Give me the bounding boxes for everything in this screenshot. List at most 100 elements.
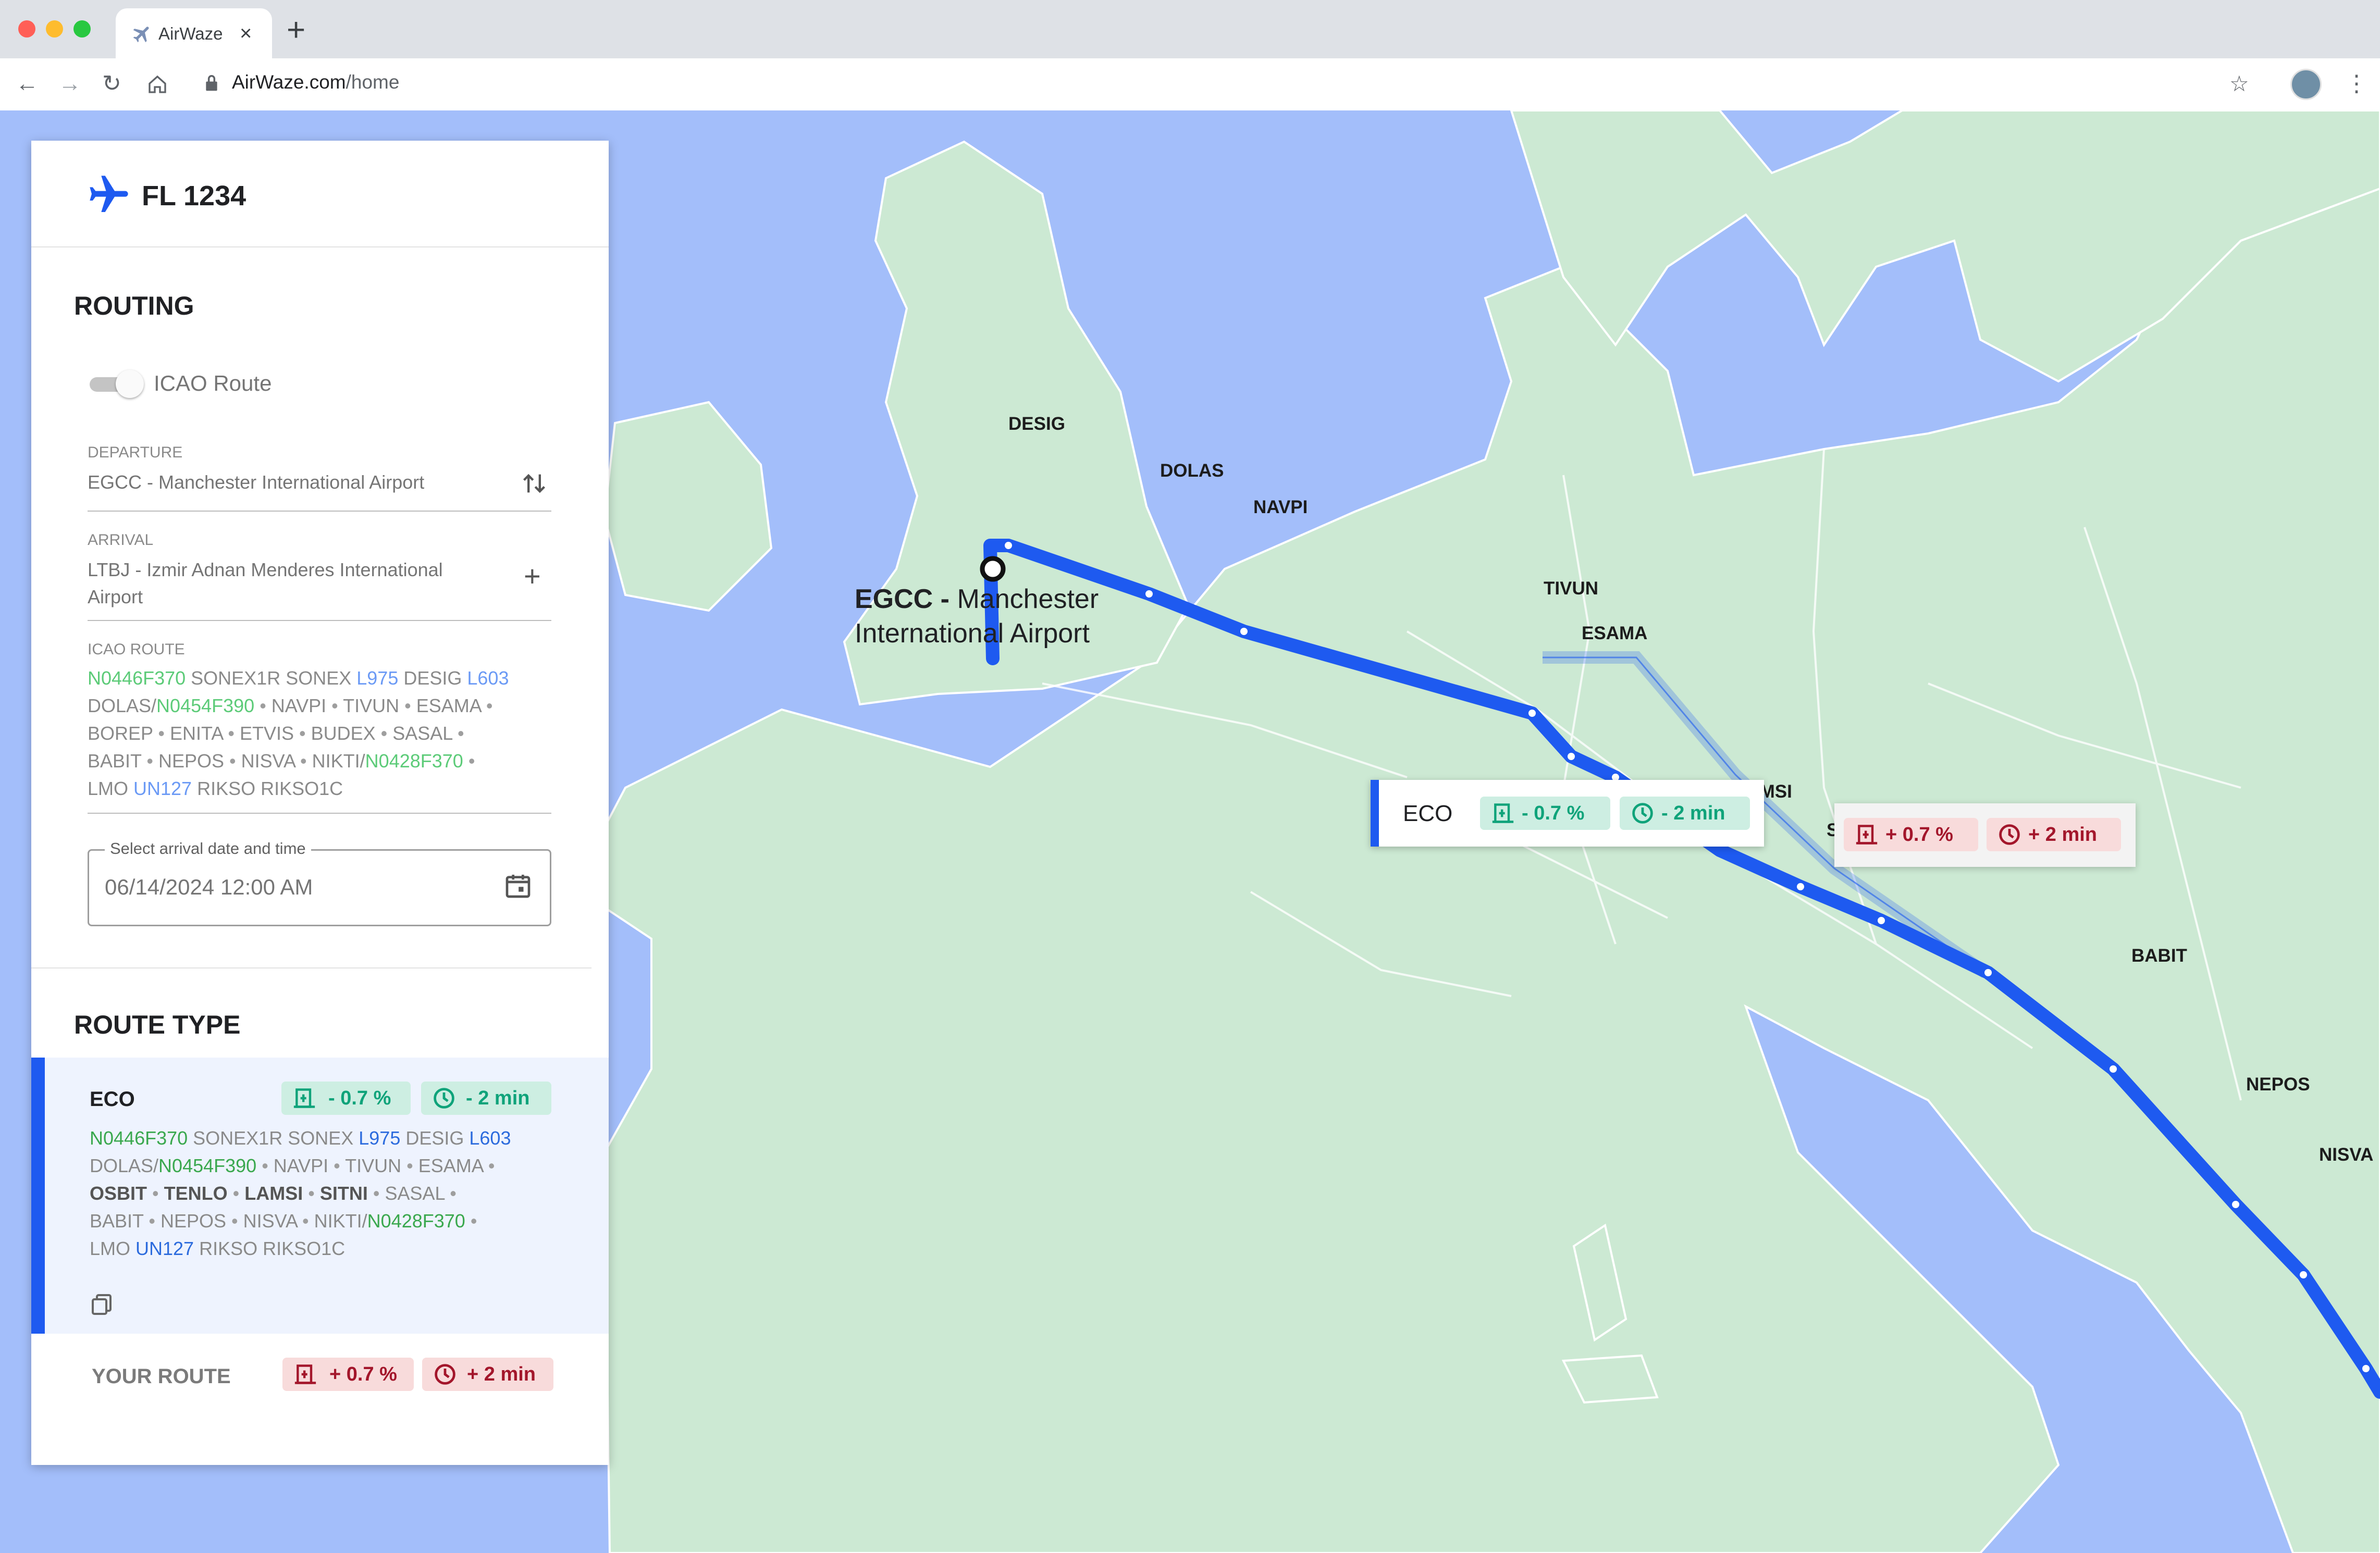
your-popup-fuel-badge: + 0.7 % [1844,818,1978,851]
back-arrow-icon[interactable]: ← [16,69,39,99]
route-segment: NISVA [243,1210,298,1232]
route-segment: N0446F370 [88,667,186,689]
route-segment: • [480,695,493,716]
route-segment: • [303,1183,320,1204]
eco-route-name: ECO [90,1088,135,1111]
departure-label: DEPARTURE [88,444,183,461]
route-segment: NAVPI [271,695,327,716]
browser-tab[interactable]: AirWaze × [116,8,272,58]
route-line: OSBIT • TENLO • LAMSI • SITNI • SASAL • [90,1179,564,1207]
add-icon[interactable]: + [524,562,541,591]
icao-route-label: ICAO ROUTE [88,641,185,658]
route-segment: SASAL [385,1183,445,1204]
address-bar[interactable]: AirWaze.com/home [232,71,399,93]
route-segment: NAVPI [273,1155,329,1176]
route-segment: • [147,1183,164,1204]
clock-icon [434,1088,454,1109]
datetime-label: Select arrival date and time [105,839,311,858]
eco-popup-accent-bar [1371,780,1379,847]
route-segment: • [224,750,241,772]
home-icon[interactable] [147,74,168,95]
route-segment: NEPOS [161,1210,227,1232]
route-segment: • [143,1210,161,1232]
eco-time-badge: - 2 min [421,1082,551,1115]
clock-icon [435,1364,455,1385]
departure-underline [88,511,551,512]
arrival-label: ARRIVAL [88,531,154,549]
profile-avatar[interactable] [2290,69,2322,100]
route-type-title: ROUTE TYPE [74,1010,241,1039]
eco-popup-title: ECO [1403,801,1453,826]
icao-route-toggle[interactable] [90,370,147,398]
route-segment: • [375,723,393,744]
route-segment: SASAL [392,723,452,744]
waypoint-label: DOLAS [1160,461,1224,481]
eco-route-text: N0446F370 SONEX1R SONEX L975 DESIG L603 D… [90,1124,564,1262]
eco-route-option[interactable]: ECO - 0.7 % - 2 min N0446F370 SONEX1R SO… [31,1058,609,1334]
maximize-window-button[interactable] [73,20,91,38]
route-segment: • [226,1210,243,1232]
route-segment: DOLAS/ [88,695,157,716]
arrival-underline [88,620,551,621]
route-segment: • [227,1183,245,1204]
route-segment: BUDEX [311,723,376,744]
browser-menu-icon[interactable]: ⋮ [2345,69,2368,99]
forward-arrow-icon[interactable]: → [58,69,81,99]
eco-popup-time-badge: - 2 min [1620,797,1750,830]
your-route-option[interactable]: YOUR ROUTE [92,1365,231,1388]
route-line: N0446F370 SONEX1R SONEX L975 DESIG L603 [88,664,562,692]
swap-icon[interactable] [520,470,548,497]
clock-icon [1632,803,1653,824]
route-segment: • [326,695,343,716]
your-route-fuel-badge: + 0.7 % [282,1358,414,1391]
route-segment: NIKTI/ [312,750,365,772]
route-segment: LAMSI [244,1183,303,1204]
route-segment: BOREP [88,723,153,744]
airwaze-favicon-icon [133,27,149,43]
departure-field[interactable]: EGCC - Manchester International Airport [88,469,424,496]
route-segment: • [256,1155,274,1176]
route-segment: ESAMA [416,695,481,716]
route-segment: TIVUN [345,1155,402,1176]
route-segment: SONEX1R SONEX [188,1127,359,1149]
route-segment: • [445,1183,457,1204]
your-route-popup[interactable]: + 0.7 % + 2 min [1834,803,2136,867]
arrival-datetime-field[interactable]: Select arrival date and time 06/14/2024 … [88,839,551,926]
new-tab-button[interactable]: + [287,14,305,46]
route-segment: N0428F370 [367,1210,465,1232]
route-segment: • [452,723,464,744]
calendar-icon[interactable] [503,869,533,902]
route-segment: N0428F370 [365,750,463,772]
routing-title: ROUTING [74,291,194,320]
bookmark-star-icon[interactable]: ☆ [2229,69,2249,99]
eco-route-popup[interactable]: ECO - 0.7 % - 2 min [1371,780,1764,847]
route-segment: • [297,1210,314,1232]
close-window-button[interactable] [18,20,35,38]
route-segment: SONEX1R SONEX [186,667,357,689]
route-line: LMO UN127 RIKSO RIKSO1C [90,1235,564,1262]
copy-icon[interactable] [90,1291,115,1318]
route-segment: DOLAS/ [90,1155,159,1176]
fuel-icon [293,1088,315,1108]
route-segment: • [465,1210,477,1232]
minimize-window-button[interactable] [46,20,63,38]
route-segment: • [141,750,158,772]
route-segment: • [399,695,416,716]
your-popup-time-badge: + 2 min [1987,818,2121,851]
route-segment: • [294,723,311,744]
route-segment: SITNI [319,1183,368,1204]
route-segment: • [483,1155,495,1176]
your-route-time-badge: + 2 min [422,1358,553,1391]
tab-title: AirWaze [158,24,223,43]
route-segment: L603 [467,667,509,689]
close-tab-icon[interactable]: × [240,22,252,45]
route-segment: OSBIT [90,1183,147,1204]
waypoint-label: ESAMA [1582,623,1648,643]
route-segment: TENLO [164,1183,228,1204]
icao-route-text[interactable]: N0446F370 SONEX1R SONEX L975 DESIG L603 D… [88,664,562,802]
reload-icon[interactable]: ↻ [102,69,121,99]
arrival-field[interactable]: LTBJ - Izmir Adnan Menderes Internationa… [88,556,443,611]
tab-bar: AirWaze × + [0,0,2380,58]
icao-route-toggle-label: ICAO Route [154,371,272,395]
route-line: LMO UN127 RIKSO RIKSO1C [88,775,562,802]
